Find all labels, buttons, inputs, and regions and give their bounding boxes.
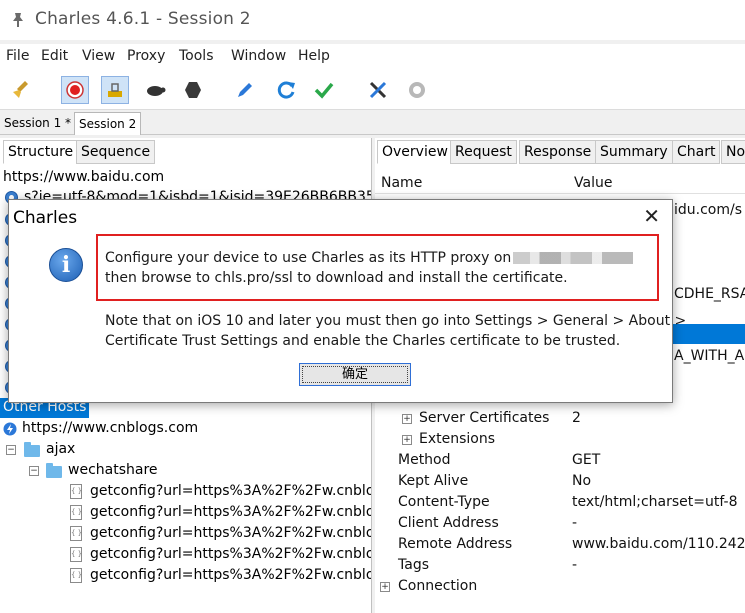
row-value: 2 bbox=[572, 410, 581, 426]
tools-icon[interactable] bbox=[364, 76, 392, 104]
partial-value: CDHE_RSA_ bbox=[674, 286, 745, 302]
menu-file[interactable]: File bbox=[6, 48, 29, 64]
expand-icon[interactable]: + bbox=[402, 435, 412, 445]
column-name: Name bbox=[381, 175, 423, 191]
charles-app-icon bbox=[13, 13, 23, 27]
collapse-icon[interactable]: − bbox=[6, 445, 16, 455]
ok-button[interactable]: 确定 bbox=[299, 363, 411, 386]
table-row[interactable]: + Extensions bbox=[375, 430, 745, 450]
document-icon: { } bbox=[70, 505, 82, 520]
table-row[interactable]: Tags - bbox=[375, 556, 745, 576]
row-name: Method bbox=[398, 452, 451, 468]
turtle-icon[interactable] bbox=[141, 76, 169, 104]
menu-help[interactable]: Help bbox=[298, 48, 330, 64]
partial-value: idu.com/s bbox=[674, 202, 743, 218]
row-value: - bbox=[572, 557, 578, 573]
menu-proxy[interactable]: Proxy bbox=[127, 48, 165, 64]
refresh-icon[interactable] bbox=[272, 76, 300, 104]
tab-summary[interactable]: Summary bbox=[595, 140, 673, 164]
host-label: https://www.baidu.com bbox=[3, 169, 165, 185]
document-icon: { } bbox=[70, 526, 82, 541]
document-icon: { } bbox=[70, 484, 82, 499]
row-name: Tags bbox=[398, 557, 429, 573]
folder-label: ajax bbox=[46, 441, 76, 457]
dialog-note-line1: Note that on iOS 10 and later you must t… bbox=[105, 313, 687, 329]
tab-sequence[interactable]: Sequence bbox=[76, 140, 156, 164]
certificate-dialog: Charles ✕ i Configure your device to use… bbox=[8, 199, 686, 403]
dialog-note-line2: Certificate Trust Settings and enable th… bbox=[105, 333, 621, 349]
row-name: Remote Address bbox=[398, 536, 513, 552]
tab-chart[interactable]: Chart bbox=[672, 140, 721, 164]
table-row[interactable]: Remote Address www.baidu.com/110.242. bbox=[375, 535, 745, 555]
partial-value: A_WITH_AE bbox=[674, 348, 745, 364]
table-row[interactable]: Kept Alive No bbox=[375, 472, 745, 492]
row-value: No bbox=[572, 473, 592, 489]
row-name: Content-Type bbox=[398, 494, 490, 510]
row-value: www.baidu.com/110.242. bbox=[572, 536, 745, 552]
tab-structure[interactable]: Structure bbox=[3, 140, 79, 164]
table-row[interactable]: Client Address - bbox=[375, 514, 745, 534]
toolbar bbox=[0, 70, 745, 110]
lightning-icon bbox=[3, 422, 17, 436]
folder-icon bbox=[46, 463, 62, 478]
row-value: text/html;charset=utf-8 bbox=[572, 494, 738, 510]
tab-response[interactable]: Response bbox=[519, 140, 597, 164]
column-value: Value bbox=[574, 175, 613, 191]
close-icon[interactable]: ✕ bbox=[643, 204, 660, 228]
record-icon[interactable] bbox=[61, 76, 89, 104]
info-icon: i bbox=[49, 248, 83, 282]
row-value: - bbox=[572, 515, 578, 531]
tab-session-2[interactable]: Session 2 bbox=[74, 112, 142, 135]
host-label: https://www.cnblogs.com bbox=[22, 420, 199, 436]
table-row[interactable]: + Server Certificates 2 bbox=[375, 409, 745, 429]
collapse-icon[interactable]: − bbox=[29, 466, 39, 476]
window-title: Charles 4.6.1 - Session 2 bbox=[35, 9, 251, 29]
menu-edit[interactable]: Edit bbox=[41, 48, 68, 64]
title-bar: Charles 4.6.1 - Session 2 bbox=[0, 0, 745, 40]
document-icon: { } bbox=[70, 547, 82, 562]
request-label: getconfig?url=https%3A%2F%2Fw.cnblog bbox=[90, 504, 372, 520]
row-value: GET bbox=[572, 452, 601, 468]
session-tab-row: Session 1 * Session 2 bbox=[0, 111, 745, 135]
tab-notes[interactable]: No bbox=[721, 140, 745, 164]
row-name: Client Address bbox=[398, 515, 499, 531]
throttle-icon[interactable] bbox=[101, 76, 129, 104]
expand-icon[interactable]: + bbox=[380, 582, 390, 592]
expand-icon[interactable]: + bbox=[402, 414, 412, 424]
highlight-box bbox=[96, 234, 659, 301]
request-label: getconfig?url=https%3A%2F%2Fw.cnblog bbox=[90, 525, 372, 541]
check-icon[interactable] bbox=[310, 76, 338, 104]
broom-icon[interactable] bbox=[7, 76, 35, 104]
dialog-message-line1: Configure your device to use Charles as … bbox=[105, 250, 634, 266]
table-row[interactable]: + Connection bbox=[375, 577, 745, 597]
pencil-icon[interactable] bbox=[231, 76, 259, 104]
tab-overview[interactable]: Overview bbox=[377, 140, 453, 164]
menu-view[interactable]: View bbox=[82, 48, 115, 64]
table-row[interactable]: Content-Type text/html;charset=utf-8 bbox=[375, 493, 745, 513]
menu-tools[interactable]: Tools bbox=[179, 48, 214, 64]
row-name: Kept Alive bbox=[398, 473, 469, 489]
tab-session-1[interactable]: Session 1 * bbox=[0, 112, 75, 135]
folder-label: wechatshare bbox=[68, 462, 158, 478]
dialog-message-line2: then browse to chls.pro/ssl to download … bbox=[105, 270, 568, 286]
menu-window[interactable]: Window bbox=[231, 48, 286, 64]
hexagon-stop-icon[interactable] bbox=[179, 76, 207, 104]
dialog-title: Charles bbox=[13, 208, 78, 228]
row-name: Connection bbox=[398, 578, 478, 594]
request-label: getconfig?url=https%3A%2F%2Fw.cnblog bbox=[90, 567, 372, 583]
tab-request[interactable]: Request bbox=[450, 140, 517, 164]
row-name: Server Certificates bbox=[419, 410, 550, 426]
gear-icon[interactable] bbox=[403, 76, 431, 104]
table-header: Name Value bbox=[375, 168, 745, 194]
menu-bar: File Edit View Proxy Tools Window Help bbox=[0, 44, 745, 70]
table-row[interactable]: Method GET bbox=[375, 451, 745, 471]
row-name: Extensions bbox=[419, 431, 496, 447]
folder-icon bbox=[24, 442, 40, 457]
document-icon: { } bbox=[70, 568, 82, 583]
message-text: Configure your device to use Charles as … bbox=[105, 250, 512, 266]
request-label: getconfig?url=https%3A%2F%2Fw.cnblog bbox=[90, 546, 372, 562]
redacted-address bbox=[513, 252, 634, 264]
request-label: getconfig?url=https%3A%2F%2Fw.cnblog bbox=[90, 483, 372, 499]
